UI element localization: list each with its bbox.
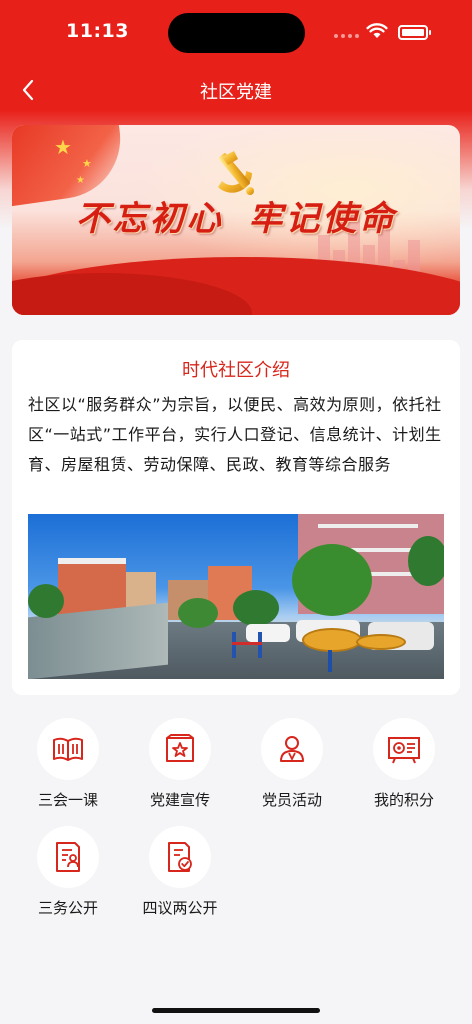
dynamic-island [168,13,305,53]
status-bar: 11:13 [0,0,472,64]
menu-item-four-discussions[interactable]: 四议两公开 [124,820,236,920]
person-badge-icon [280,736,304,762]
community-intro-card: 时代社区介绍 社区以“服务群众”为宗旨，以便民、高效为原则，依托社区“一站式”工… [12,340,460,695]
banner-slogan: 不忘初心 牢记使命 [75,199,397,239]
menu-label: 党员活动 [261,791,322,809]
page-title: 社区党建 [200,82,272,103]
cellular-signal-icon [334,34,359,38]
star-icon: ★ [54,135,72,159]
intro-text: 社区以“服务群众”为宗旨，以便民、高效为原则，依托社区“一站式”工作平台，实行人… [28,395,442,474]
intro-title: 时代社区介绍 [182,360,290,381]
points-board-icon [388,737,420,764]
menu-label: 三会一课 [37,791,98,809]
book-icon [53,737,83,761]
menu-label: 我的积分 [373,791,434,809]
menu-item-three-meetings[interactable]: 三会一课 [12,712,124,812]
star-icon: ★ [82,157,92,170]
battery-icon [398,25,431,40]
home-indicator[interactable] [152,1008,320,1013]
navigation-bar: 社区党建 [0,68,472,112]
party-banner: ★ ★ ★ 不忘初心 牢记使命 [12,125,460,315]
status-time: 11:13 [66,20,129,42]
menu-item-member-activities[interactable]: 党员活动 [236,712,348,812]
menu-label: 党建宣传 [149,791,210,809]
wifi-icon [366,23,388,38]
document-user-icon [56,842,80,872]
menu-label: 三务公开 [37,899,98,917]
star-frame-icon [166,734,194,762]
menu-item-my-points[interactable]: 我的积分 [348,712,460,812]
document-check-icon [168,842,192,872]
menu-item-party-publicity[interactable]: 党建宣传 [124,712,236,812]
menu-label: 四议两公开 [142,899,218,917]
star-icon: ★ [76,175,85,186]
menu-item-three-affairs-public[interactable]: 三务公开 [12,820,124,920]
community-photo [28,514,444,679]
